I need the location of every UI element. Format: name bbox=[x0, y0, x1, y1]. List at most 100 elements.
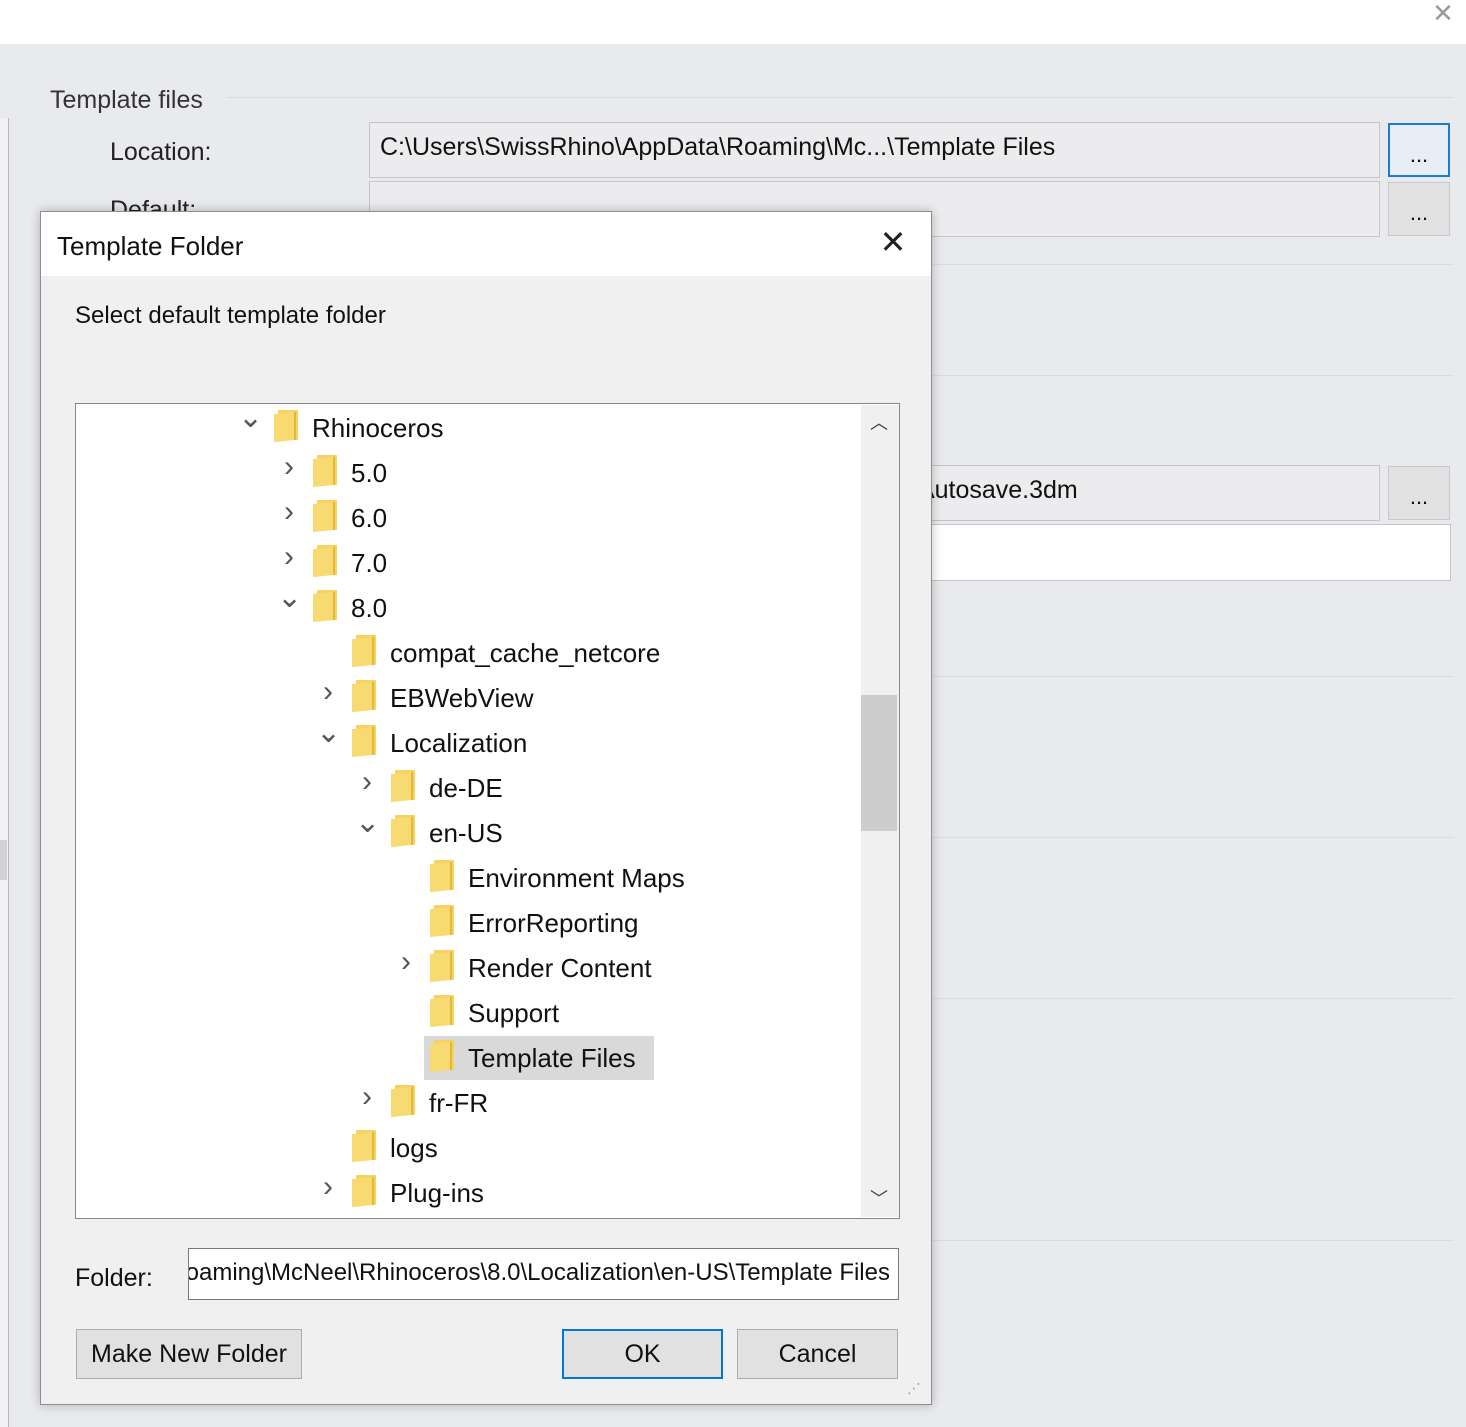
tree-row[interactable]: › EBWebView bbox=[76, 677, 856, 718]
folder-icon bbox=[391, 1085, 417, 1118]
folder-icon bbox=[352, 1175, 378, 1208]
scrollbar-thumb[interactable] bbox=[861, 695, 897, 831]
folder-icon bbox=[430, 860, 456, 893]
tree-row[interactable]: ⌄ Rhinoceros bbox=[76, 404, 856, 448]
chevron-down-icon[interactable]: ⌄ bbox=[316, 718, 341, 748]
section-divider bbox=[932, 837, 1454, 838]
scroll-up-icon[interactable]: ︿ bbox=[861, 405, 897, 441]
folder-icon bbox=[391, 770, 417, 803]
tree-item-label: 7.0 bbox=[351, 548, 388, 578]
chevron-down-icon[interactable]: ⌄ bbox=[355, 808, 380, 838]
folder-icon bbox=[430, 1040, 456, 1073]
tree-row[interactable]: › Render Content bbox=[76, 947, 856, 988]
tree-item-label: de-DE bbox=[429, 773, 503, 803]
folder-icon bbox=[313, 500, 339, 533]
folder-icon bbox=[352, 725, 378, 758]
chevron-right-icon[interactable]: › bbox=[316, 677, 340, 707]
tree-row[interactable]: compat_cache_netcore bbox=[76, 633, 856, 673]
autosave-field[interactable]: \Autosave.3dm bbox=[900, 465, 1380, 521]
tree-row[interactable]: › 7.0 bbox=[76, 542, 856, 583]
dialog-titlebar: Template Folder ✕ bbox=[41, 212, 931, 276]
tree-row[interactable]: › fr-FR bbox=[76, 1082, 856, 1123]
dialog-title: Template Folder bbox=[57, 231, 244, 261]
chevron-down-icon[interactable]: ⌄ bbox=[238, 404, 263, 433]
scroll-down-icon[interactable]: ﹀ bbox=[861, 1181, 897, 1217]
options-close-icon[interactable]: ✕ bbox=[1428, 0, 1458, 26]
tree-item-label: Localization bbox=[390, 728, 528, 758]
tree-item-label: Rhinoceros bbox=[312, 413, 444, 443]
default-browse-button[interactable]: ... bbox=[1388, 182, 1450, 236]
folder-icon bbox=[313, 545, 339, 578]
tree-item-label: en-US bbox=[429, 818, 503, 848]
dialog-prompt: Select default template folder bbox=[75, 302, 386, 329]
section-divider bbox=[932, 375, 1454, 376]
folder-tree[interactable]: ︿ ﹀ ⌄ Rhinoceros › 5.0 › 6.0 › 7.0 ⌄ 8.0 compat_ca… bbox=[75, 403, 900, 1219]
section-divider bbox=[932, 1240, 1454, 1241]
tree-item-label: Plug-ins bbox=[390, 1178, 484, 1208]
chevron-right-icon[interactable]: › bbox=[277, 452, 301, 482]
tree-item-label: 5.0 bbox=[351, 458, 388, 488]
section-divider bbox=[932, 676, 1454, 677]
tree-item-label: compat_cache_netcore bbox=[390, 638, 661, 668]
folder-icon bbox=[274, 410, 300, 443]
folder-icon bbox=[352, 635, 378, 668]
tree-item-label: fr-FR bbox=[429, 1088, 489, 1118]
folder-label: Folder: bbox=[75, 1264, 153, 1292]
chevron-down-icon[interactable]: ⌄ bbox=[277, 583, 302, 613]
close-icon[interactable]: ✕ bbox=[875, 226, 911, 262]
tree-item-label: Support bbox=[468, 998, 560, 1028]
tree-row[interactable]: ⌄ Localization bbox=[76, 718, 856, 763]
chevron-right-icon[interactable]: › bbox=[394, 947, 418, 977]
tree-row[interactable]: ⌄ en-US bbox=[76, 808, 856, 853]
template-folder-dialog: Template Folder ✕ Select default templat… bbox=[40, 211, 932, 1405]
tree-scrollbar[interactable]: ︿ ﹀ bbox=[861, 405, 899, 1217]
tree-item-label: EBWebView bbox=[390, 683, 534, 713]
autosave-browse-button[interactable]: ... bbox=[1388, 466, 1450, 520]
folder-icon bbox=[352, 680, 378, 713]
folder-path-text: C:\Users\SwissRhino\AppData\Roaming\McNe… bbox=[188, 1259, 890, 1286]
options-left-panel-edge bbox=[0, 118, 9, 1427]
folder-icon bbox=[430, 995, 456, 1028]
tree-row[interactable]: Template Files bbox=[76, 1038, 856, 1078]
options-text-field[interactable] bbox=[900, 524, 1451, 581]
location-browse-button[interactable]: ... bbox=[1388, 123, 1450, 177]
folder-icon bbox=[313, 455, 339, 488]
tree-item-label: Render Content bbox=[468, 953, 652, 983]
folder-icon bbox=[352, 1130, 378, 1163]
chevron-right-icon[interactable]: › bbox=[316, 1172, 340, 1202]
section-divider bbox=[932, 998, 1454, 999]
tree-row[interactable]: › de-DE bbox=[76, 767, 856, 808]
tree-item-label: 6.0 bbox=[351, 503, 388, 533]
make-new-folder-button[interactable]: Make New Folder bbox=[76, 1329, 302, 1379]
section-divider bbox=[226, 97, 1454, 98]
resize-grip-icon[interactable]: ⋰ bbox=[907, 1380, 925, 1398]
tree-item-label: logs bbox=[390, 1133, 438, 1163]
chevron-right-icon[interactable]: › bbox=[355, 767, 379, 797]
folder-icon bbox=[430, 905, 456, 938]
tree-item-label: Environment Maps bbox=[468, 863, 685, 893]
cancel-button[interactable]: Cancel bbox=[737, 1329, 898, 1379]
template-files-section-title: Template files bbox=[50, 86, 203, 114]
tree-row[interactable]: ⌄ 8.0 bbox=[76, 583, 856, 628]
tree-item-label: Template Files bbox=[468, 1043, 636, 1073]
options-titlebar bbox=[0, 0, 1466, 44]
folder-path-input[interactable]: C:\Users\SwissRhino\AppData\Roaming\McNe… bbox=[188, 1248, 899, 1300]
chevron-right-icon[interactable]: › bbox=[277, 497, 301, 527]
folder-icon bbox=[430, 950, 456, 983]
folder-icon bbox=[391, 815, 417, 848]
tree-row[interactable]: Support bbox=[76, 993, 856, 1033]
tree-row[interactable]: › Plug-ins bbox=[76, 1172, 856, 1213]
location-field[interactable]: C:\Users\SwissRhino\AppData\Roaming\Mc..… bbox=[369, 122, 1380, 178]
tree-row[interactable]: Environment Maps bbox=[76, 858, 856, 898]
chevron-right-icon[interactable]: › bbox=[277, 542, 301, 572]
tree-row[interactable]: › 5.0 bbox=[76, 452, 856, 493]
chevron-right-icon[interactable]: › bbox=[355, 1082, 379, 1112]
tree-item-label: ErrorReporting bbox=[468, 908, 639, 938]
options-splitter-handle[interactable] bbox=[0, 840, 7, 880]
ok-button[interactable]: OK bbox=[562, 1329, 723, 1379]
tree-row[interactable]: logs bbox=[76, 1128, 856, 1168]
tree-row[interactable]: ErrorReporting bbox=[76, 903, 856, 943]
tree-row[interactable]: › 6.0 bbox=[76, 497, 856, 538]
folder-icon bbox=[313, 590, 339, 623]
section-divider bbox=[932, 264, 1454, 265]
